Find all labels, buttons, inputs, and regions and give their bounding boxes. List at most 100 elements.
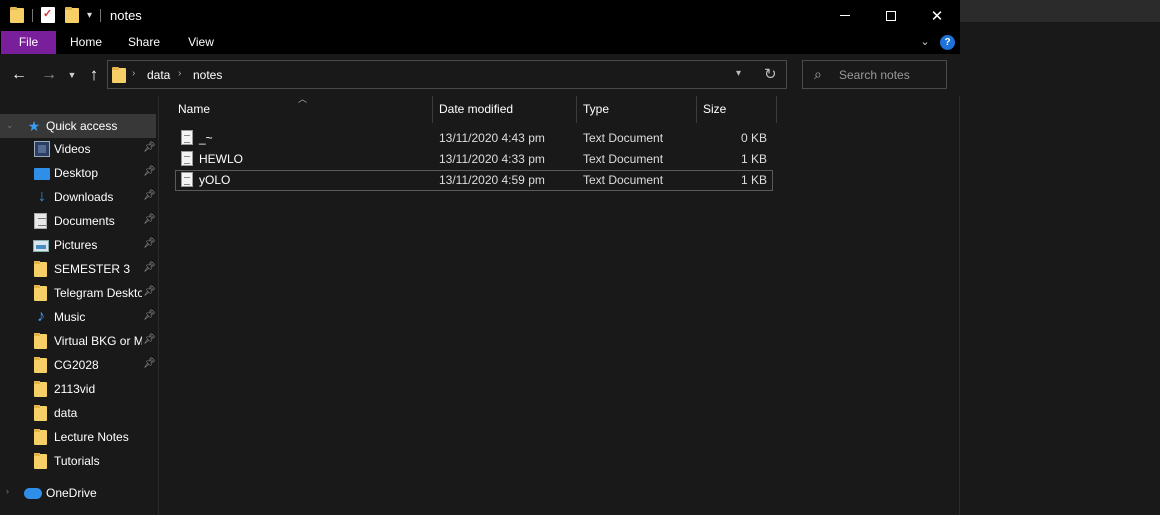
sidebar-item-cg2028[interactable]: CG2028 📌︎ xyxy=(0,353,158,377)
sidebar-item-videos[interactable]: Videos 📌︎ xyxy=(0,137,158,161)
address-bar[interactable]: › data › notes ▾ ↻ xyxy=(107,60,787,89)
search-input[interactable] xyxy=(839,67,943,83)
pin-icon: 📌︎ xyxy=(143,286,156,297)
help-icon[interactable]: ? xyxy=(940,35,955,50)
address-dropdown-icon[interactable]: ▾ xyxy=(736,68,741,79)
sidebar-item-pictures[interactable]: Pictures 📌︎ xyxy=(0,233,158,257)
sidebar-item-label: Desktop xyxy=(54,166,99,180)
minimize-button[interactable] xyxy=(822,0,868,31)
window-title: notes xyxy=(110,8,142,23)
breadcrumb-notes[interactable]: notes xyxy=(193,68,222,82)
sidebar-item-desktop[interactable]: Desktop 📌︎ xyxy=(0,161,158,185)
sidebar-item-data[interactable]: data xyxy=(0,401,158,425)
toolbar-separator xyxy=(32,8,33,22)
close-button[interactable]: ✕ xyxy=(914,0,960,31)
file-row[interactable]: yOLO 13/11/2020 4:59 pm Text Document 1 … xyxy=(175,170,773,191)
sidebar-item-onedrive[interactable]: › OneDrive xyxy=(0,481,158,505)
sidebar-item-music[interactable]: ♪ Music 📌︎ xyxy=(0,305,158,329)
breadcrumb-chevron-icon[interactable]: › xyxy=(178,68,181,79)
ribbon-tabs: File Home Share View ⌄ ? xyxy=(0,31,960,54)
address-toolbar: ← → ▼ ↑ › data › notes ▾ ↻ ⌕ xyxy=(0,54,960,96)
folder-icon xyxy=(33,429,49,445)
sidebar-item-label: SEMESTER 3 xyxy=(54,262,131,276)
star-icon: ★ xyxy=(27,118,41,134)
pin-icon: 📌︎ xyxy=(143,262,156,273)
quick-access-toolbar: ▾ xyxy=(10,7,105,23)
onedrive-cloud-icon xyxy=(24,488,42,499)
folder-icon xyxy=(33,405,49,421)
tab-share[interactable]: Share xyxy=(116,31,172,54)
sidebar-item-tutorials[interactable]: Tutorials xyxy=(0,449,158,473)
sidebar-item-label: OneDrive xyxy=(46,486,97,500)
pin-icon: 📌︎ xyxy=(143,214,156,225)
pin-icon: 📌︎ xyxy=(143,190,156,201)
breadcrumb-chevron-icon[interactable]: › xyxy=(132,68,135,79)
back-button[interactable]: ← xyxy=(10,66,28,84)
pin-icon: 📌︎ xyxy=(143,310,156,321)
sidebar-item-label: data xyxy=(54,406,78,420)
file-size: 1 KB xyxy=(740,152,767,166)
sidebar-item-label: Quick access xyxy=(46,119,118,133)
recent-locations-chevron-icon[interactable]: ▼ xyxy=(64,66,80,84)
maximize-button[interactable] xyxy=(868,0,914,31)
sidebar-item-downloads[interactable]: ↓ Downloads 📌︎ xyxy=(0,185,158,209)
sidebar-item-2113vid[interactable]: 2113vid xyxy=(0,377,158,401)
sidebar-item-label: Pictures xyxy=(54,238,98,252)
folder-icon xyxy=(33,261,49,277)
file-date-modified: 13/11/2020 4:59 pm xyxy=(439,173,545,187)
pin-icon: 📌︎ xyxy=(143,358,156,369)
folder-icon xyxy=(33,357,49,373)
navigation-pane: ⌄ ★ Quick access Videos 📌︎ Desktop 📌︎ ↓ … xyxy=(0,96,159,515)
sidebar-item-label: CG2028 xyxy=(54,358,99,372)
videos-icon xyxy=(34,141,50,157)
file-type: Text Document xyxy=(583,173,664,187)
folder-icon xyxy=(33,381,49,397)
refresh-icon[interactable]: ↻ xyxy=(764,65,777,83)
file-type: Text Document xyxy=(583,131,664,145)
forward-button[interactable]: → xyxy=(40,66,58,84)
sidebar-item-label: Tutorials xyxy=(54,454,100,468)
file-type: Text Document xyxy=(583,152,664,166)
sidebar-item-label: Documents xyxy=(54,214,115,228)
properties-icon[interactable] xyxy=(41,7,55,23)
toolbar-separator xyxy=(100,8,102,22)
column-header-type[interactable]: Type xyxy=(577,96,697,123)
title-bar: ▾ notes ✕ xyxy=(0,0,960,31)
file-list: ︿ Name Date modified Type Size _~ 13/11/… xyxy=(160,94,959,515)
sidebar-item-telegram-desktop[interactable]: Telegram Deskto 📌︎ xyxy=(0,281,158,305)
close-icon: ✕ xyxy=(930,7,944,25)
sidebar-item-virtual-bkg[interactable]: Virtual BKG or M 📌︎ xyxy=(0,329,158,353)
sidebar-item-quick-access[interactable]: ⌄ ★ Quick access xyxy=(0,114,156,138)
tab-file[interactable]: File xyxy=(1,31,56,54)
breadcrumb-data[interactable]: data xyxy=(147,68,170,82)
file-size: 1 KB xyxy=(740,173,767,187)
new-folder-icon[interactable] xyxy=(65,7,79,23)
file-row[interactable]: HEWLO 13/11/2020 4:33 pm Text Document 1… xyxy=(175,149,773,170)
pin-icon: 📌︎ xyxy=(143,334,156,345)
column-header-size[interactable]: Size xyxy=(697,96,777,123)
expand-ribbon-chevron-icon[interactable]: ⌄ xyxy=(918,35,932,49)
customize-toolbar-dropdown-icon[interactable]: ▾ xyxy=(87,10,92,21)
folder-icon xyxy=(10,7,24,23)
tab-home[interactable]: Home xyxy=(58,31,114,54)
music-icon: ♪ xyxy=(37,308,45,325)
minimize-icon xyxy=(840,15,850,16)
sidebar-item-documents[interactable]: Documents 📌︎ xyxy=(0,209,158,233)
file-row[interactable]: _~ 13/11/2020 4:43 pm Text Document 0 KB xyxy=(175,128,773,149)
file-date-modified: 13/11/2020 4:33 pm xyxy=(439,152,545,166)
up-button[interactable]: ↑ xyxy=(85,66,103,84)
folder-icon xyxy=(33,333,49,349)
folder-icon xyxy=(112,67,126,83)
column-header-date-modified[interactable]: Date modified xyxy=(433,96,577,123)
sidebar-item-semester-3[interactable]: SEMESTER 3 📌︎ xyxy=(0,257,158,281)
tab-view[interactable]: View xyxy=(174,31,228,54)
text-document-icon xyxy=(181,151,193,166)
expand-chevron-icon[interactable]: › xyxy=(6,486,9,496)
text-document-icon xyxy=(181,172,193,187)
search-icon: ⌕ xyxy=(814,66,822,82)
expand-chevron-icon[interactable]: ⌄ xyxy=(6,120,14,131)
sidebar-item-label: Downloads xyxy=(54,190,114,204)
search-box[interactable]: ⌕ xyxy=(802,60,947,89)
sidebar-item-lecture-notes[interactable]: Lecture Notes xyxy=(0,425,158,449)
column-header-name[interactable]: Name xyxy=(172,96,433,123)
